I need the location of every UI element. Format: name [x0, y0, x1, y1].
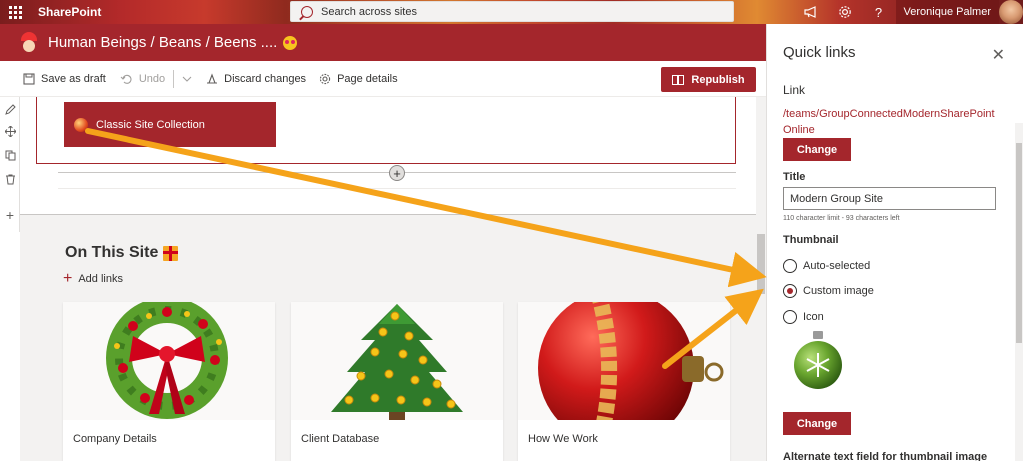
command-bar: Save as draft Undo Discard changes Page …	[0, 61, 766, 97]
link-label: Link	[783, 83, 806, 97]
search-placeholder: Search across sites	[321, 5, 417, 18]
add-links-label: Add links	[78, 273, 123, 285]
suite-right: ? Veronique Palmer	[794, 0, 1023, 24]
radio-custom-image[interactable]: Custom image	[783, 284, 874, 298]
add-links-button[interactable]: + Add links	[63, 271, 123, 287]
section-title: On This Site	[65, 244, 179, 262]
panel-title: Quick links	[783, 44, 856, 61]
add-webpart-button[interactable]: +	[389, 165, 405, 181]
section-toolbar: +	[0, 97, 20, 232]
card-label: How We Work	[528, 433, 598, 445]
app-brand[interactable]: SharePoint	[38, 5, 101, 19]
radio-label: Auto-selected	[803, 260, 871, 272]
change-thumbnail-button[interactable]: Change	[783, 412, 851, 435]
quick-link-card[interactable]: Client Database	[291, 302, 503, 461]
canvas-scrollbar[interactable]	[756, 97, 766, 461]
thumbnail-preview-image	[789, 329, 847, 391]
suite-bar: SharePoint Search across sites ? Veroniq…	[0, 0, 1023, 24]
waffle-icon[interactable]	[0, 0, 30, 24]
edit-section-icon[interactable]	[4, 103, 16, 115]
user-name[interactable]: Veronique Palmer	[895, 0, 999, 24]
search-box[interactable]: Search across sites	[290, 1, 734, 22]
republish-button[interactable]: Republish	[661, 67, 756, 92]
change-link-button[interactable]: Change	[783, 138, 851, 161]
classic-site-collection-button[interactable]: Classic Site Collection	[64, 102, 276, 147]
duplicate-icon[interactable]	[4, 149, 16, 161]
quick-link-card[interactable]: Company Details	[63, 302, 275, 461]
discard-icon	[205, 72, 218, 85]
undo-icon	[120, 72, 133, 85]
title-label: Title	[783, 171, 806, 183]
search-icon	[301, 5, 313, 18]
change-link-label: Change	[796, 143, 838, 156]
undo-button[interactable]: Undo	[120, 61, 165, 97]
radio-label: Icon	[803, 311, 824, 323]
card-label: Client Database	[301, 433, 380, 445]
chevron-down-icon	[180, 72, 193, 85]
classic-site-collection-label: Classic Site Collection	[96, 118, 205, 131]
site-header: Human Beings / Beans / Beens ....	[0, 24, 766, 61]
avatar[interactable]	[999, 0, 1023, 24]
undo-label: Undo	[138, 72, 166, 85]
card-label: Company Details	[73, 433, 157, 445]
christmas-tree-image	[291, 302, 503, 420]
gift-icon	[163, 245, 179, 261]
divider	[173, 69, 175, 88]
close-icon[interactable]: ✕	[992, 45, 1005, 65]
quick-links-panel: Quick links ✕ Link /teams/GroupConnected…	[766, 24, 1023, 461]
heart-eyes-emoji-icon	[283, 35, 298, 50]
radio-label: Custom image	[803, 285, 874, 297]
gear-icon[interactable]	[828, 0, 862, 24]
alt-text-label: Alternate text field for thumbnail image	[783, 452, 988, 461]
character-hint: 110 character limit - 93 characters left	[783, 215, 900, 222]
link-url[interactable]: /teams/GroupConnectedModernSharePointOnl…	[783, 106, 997, 138]
divider	[58, 188, 736, 189]
save-icon	[22, 72, 35, 85]
radio-button-selected[interactable]	[783, 284, 797, 298]
add-section-icon[interactable]: +	[4, 207, 16, 223]
site-logo[interactable]	[18, 31, 40, 54]
gear-icon	[318, 72, 331, 85]
title-field-value: Modern Group Site	[790, 192, 883, 205]
radio-button[interactable]	[783, 310, 797, 324]
discard-label: Discard changes	[224, 72, 307, 85]
wreath-image	[63, 302, 275, 420]
republish-label: Republish	[691, 73, 745, 86]
thumbnail-label: Thumbnail	[783, 234, 839, 246]
radio-auto-selected[interactable]: Auto-selected	[783, 259, 870, 273]
page-details-button[interactable]: Page details	[318, 61, 398, 97]
book-icon	[672, 74, 685, 85]
delete-icon[interactable]	[4, 173, 16, 185]
panel-scrollbar[interactable]	[1015, 123, 1023, 461]
radio-icon[interactable]: Icon	[783, 310, 824, 324]
change-thumbnail-label: Change	[796, 417, 838, 430]
section-title-text: On This Site	[65, 244, 159, 261]
help-icon[interactable]: ?	[862, 0, 896, 24]
page-details-label: Page details	[337, 72, 398, 85]
save-draft-label: Save as draft	[41, 72, 106, 85]
undo-dropdown[interactable]	[180, 61, 199, 97]
radio-button[interactable]	[783, 259, 797, 273]
plus-icon: +	[63, 270, 73, 287]
discard-changes-button[interactable]: Discard changes	[205, 61, 306, 97]
red-bauble-image	[518, 302, 730, 420]
save-draft-button[interactable]: Save as draft	[22, 61, 106, 97]
move-icon[interactable]	[4, 125, 16, 137]
ornament-icon	[74, 117, 88, 132]
title-field[interactable]: Modern Group Site	[783, 187, 996, 210]
megaphone-icon[interactable]	[794, 0, 828, 24]
quick-link-card[interactable]: How We Work	[518, 302, 730, 461]
site-title[interactable]: Human Beings / Beans / Beens ....	[48, 34, 277, 51]
